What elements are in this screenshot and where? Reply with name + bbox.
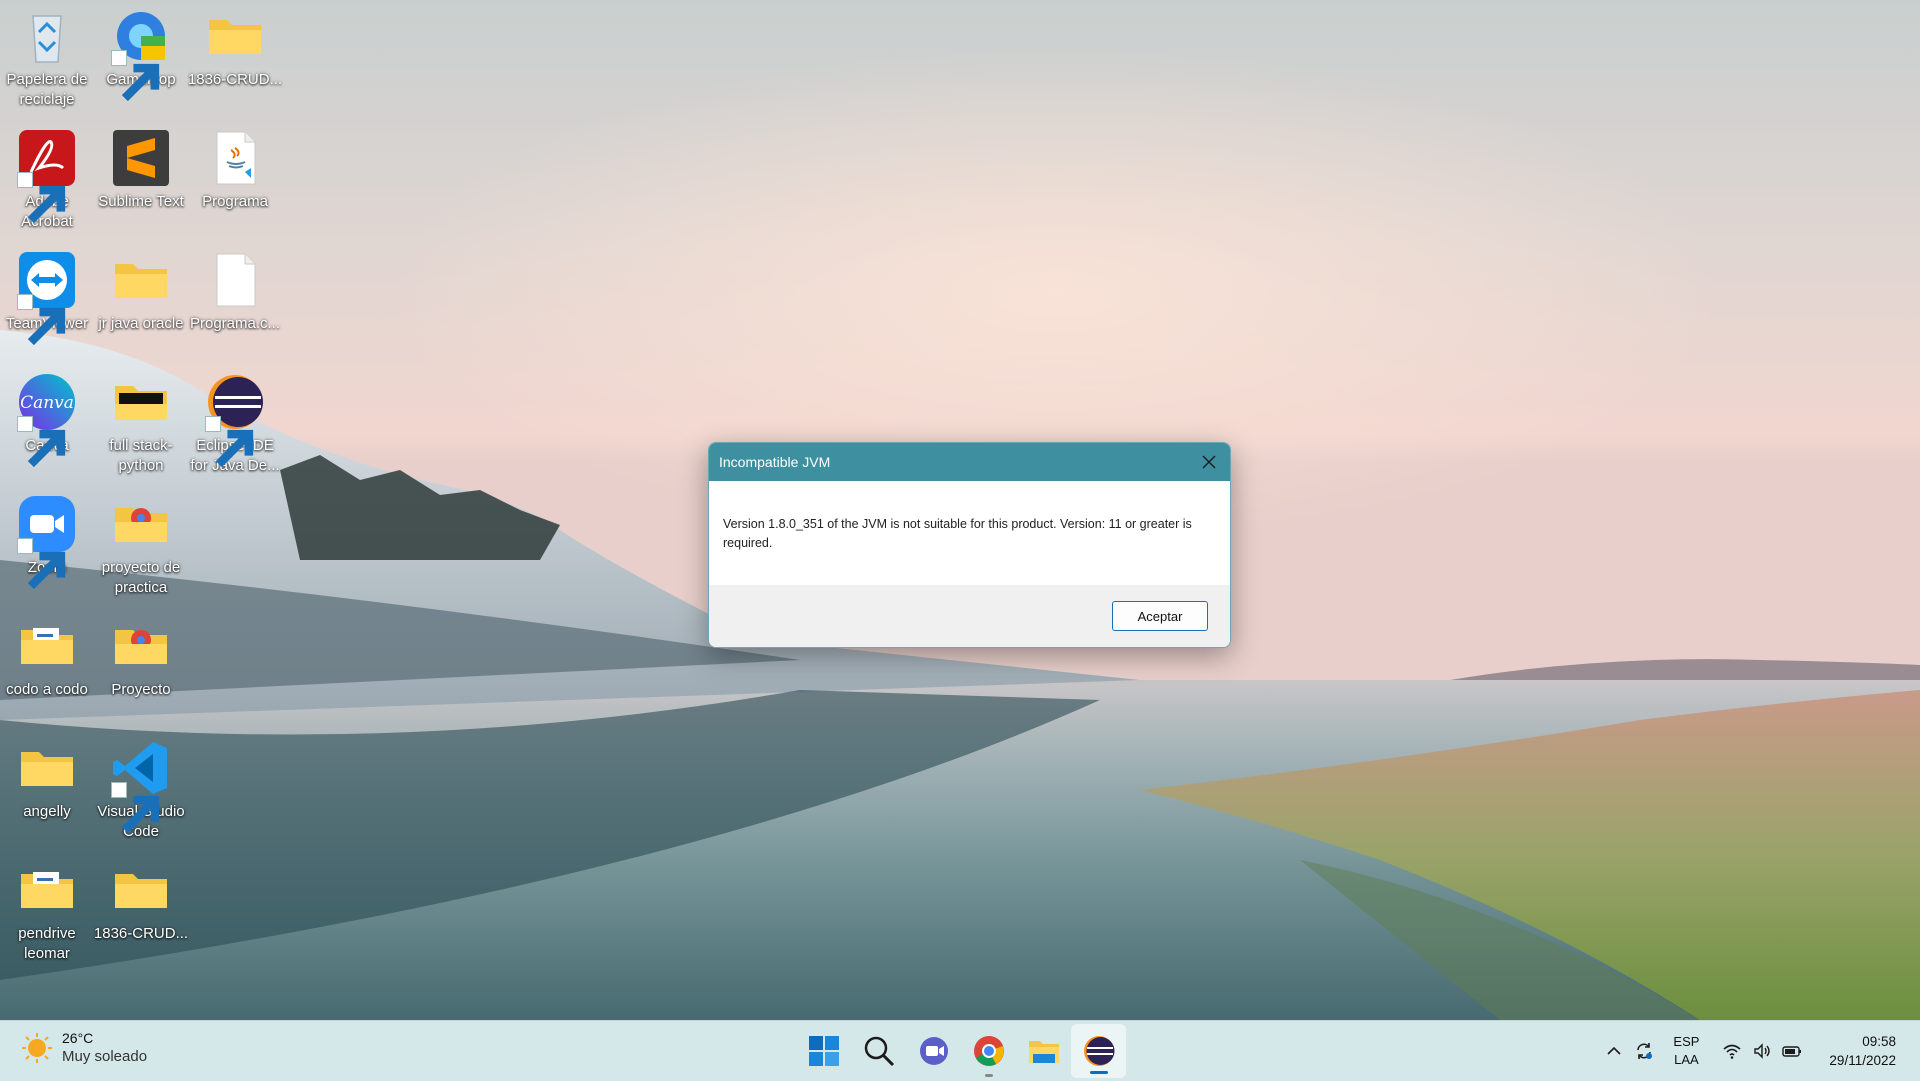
dialog-footer: Aceptar (709, 585, 1230, 647)
desktop-icons-area: Papelera de reciclaje Adobe Acrobat Team… (0, 0, 282, 1000)
chevron-up-icon[interactable] (1599, 1036, 1629, 1066)
dialog-title: Incompatible JVM (719, 454, 831, 470)
zoom-icon (17, 494, 77, 590)
sync-icon[interactable] (1629, 1036, 1659, 1066)
windows-start-icon[interactable] (796, 1021, 851, 1081)
desktop-icon-jr-java-oracle[interactable]: jr java oracle (96, 246, 186, 362)
recycle-bin-icon (17, 6, 77, 66)
shortcut-arrow-icon (205, 416, 254, 468)
desktop-icon-eclipse[interactable]: Eclipse IDE for Java De... (190, 368, 280, 484)
active-indicator (1089, 1071, 1108, 1074)
desktop-icon-programa[interactable]: Programa (190, 124, 280, 240)
accept-button[interactable]: Aceptar (1112, 601, 1208, 631)
desktop-icon-label: angelly (23, 803, 71, 820)
wifi-icon[interactable] (1717, 1036, 1747, 1066)
desktop-icon-label: Sublime Text (98, 193, 184, 210)
folder-icon (111, 860, 171, 920)
eclipse-icon (205, 372, 265, 468)
folder-icon (17, 860, 77, 920)
shortcut-arrow-icon (17, 538, 66, 590)
folder-icon (17, 616, 77, 676)
desktop-icon-label: Programa (202, 193, 268, 210)
desktop-icon-adobe-acrobat[interactable]: Adobe Acrobat (2, 124, 92, 240)
java-file-icon (205, 128, 265, 188)
folder-chrome-icon (111, 616, 171, 676)
teams-chat-icon[interactable] (906, 1021, 961, 1081)
sublime-text-icon (111, 128, 171, 188)
volume-icon[interactable] (1747, 1036, 1777, 1066)
desktop-icon-label: Papelera de reciclaje (6, 71, 88, 108)
adobe-acrobat-icon (17, 128, 77, 224)
desktop-icon-visual-studio-code[interactable]: Visual Studio Code (96, 734, 186, 850)
desktop-icon-1836-crud-2[interactable]: 1836-CRUD... (93, 856, 189, 972)
desktop-icon-programa-c[interactable]: Programa.c... (190, 246, 280, 362)
desktop-icon-label: full stack-python (109, 437, 173, 474)
shortcut-arrow-icon (111, 782, 160, 834)
battery-icon[interactable] (1777, 1036, 1807, 1066)
desktop-icon-label: proyecto de practica (101, 559, 181, 596)
language-code: ESP (1673, 1034, 1700, 1049)
dialog-message: Version 1.8.0_351 of the JVM is not suit… (723, 517, 1192, 550)
desktop-icon-proyecto[interactable]: Proyecto (96, 612, 186, 728)
shortcut-arrow-icon (17, 294, 66, 346)
clock-date: 29/11/2022 (1829, 1053, 1896, 1068)
teamviewer-icon (17, 250, 77, 346)
desktop-icon-label: Programa.c... (189, 315, 281, 332)
desktop-icon-label: 1836-CRUD... (187, 71, 283, 88)
desktop-icon-gameloop[interactable]: Gameloop (96, 2, 186, 118)
folder-icon (205, 6, 265, 66)
shortcut-arrow-icon (17, 416, 66, 468)
gameloop-icon (111, 6, 171, 102)
desktop-icon-recycle-bin[interactable]: Papelera de reciclaje (2, 2, 92, 118)
language-indicator[interactable]: ESP LAA (1673, 1033, 1699, 1069)
desktop-icon-codo-a-codo[interactable]: codo a codo (2, 612, 92, 728)
desktop-icon-label: jr java oracle (98, 315, 184, 332)
desktop-icon-zoom[interactable]: Zoom (2, 490, 92, 606)
weather-widget[interactable]: 26°C Muy soleado (20, 1029, 147, 1067)
folder-icon (111, 250, 171, 310)
clock[interactable]: 09:58 29/11/2022 (1829, 1032, 1896, 1070)
taskbar: 26°C Muy soleado ESP LAA 09:58 29/11/202… (0, 1020, 1920, 1081)
close-icon[interactable] (1188, 443, 1230, 481)
folder-icon (111, 372, 171, 432)
chrome-icon[interactable] (961, 1021, 1016, 1081)
folder-chrome-icon (111, 494, 171, 554)
dialog-title-bar[interactable]: Incompatible JVM (709, 443, 1230, 481)
desktop-icon-label: 1836-CRUD... (93, 925, 189, 942)
desktop-icon-1836-crud[interactable]: 1836-CRUD... (187, 2, 283, 118)
file-icon (205, 250, 265, 310)
keyboard-layout: LAA (1674, 1052, 1699, 1067)
desktop-icon-canva[interactable]: Canva Canva (2, 368, 92, 484)
file-explorer-icon[interactable] (1016, 1021, 1071, 1081)
shortcut-arrow-icon (17, 172, 66, 224)
svg-text:Canva: Canva (20, 393, 74, 413)
desktop-icon-teamviewer[interactable]: TeamViewer (2, 246, 92, 362)
incompatible-jvm-dialog: Incompatible JVM Version 1.8.0_351 of th… (708, 442, 1231, 648)
desktop-icon-angelly[interactable]: angelly (2, 734, 92, 850)
eclipse-taskbar-icon[interactable] (1071, 1024, 1126, 1078)
desktop-icon-sublime-text[interactable]: Sublime Text (96, 124, 186, 240)
desktop-icon-label: pendrive leomar (18, 925, 76, 962)
vscode-icon (111, 738, 171, 834)
desktop-icon-pendrive-leomar[interactable]: pendrive leomar (2, 856, 92, 972)
sun-icon (22, 1033, 52, 1063)
taskbar-apps (796, 1021, 1126, 1081)
desktop-icon-proyecto-de-practica[interactable]: proyecto de practica (96, 490, 186, 606)
running-indicator (984, 1074, 993, 1077)
search-icon[interactable] (851, 1021, 906, 1081)
weather-temperature: 26°C (62, 1030, 94, 1046)
desktop-icon-label: Proyecto (111, 681, 171, 698)
folder-icon (17, 738, 77, 798)
system-tray: ESP LAA 09:58 29/11/2022 (1599, 1021, 1920, 1081)
weather-condition: Muy soleado (62, 1048, 148, 1065)
shortcut-arrow-icon (111, 50, 160, 102)
desktop-icon-full-stack-python[interactable]: full stack-python (96, 368, 186, 484)
canva-icon: Canva (17, 372, 77, 468)
clock-time: 09:58 (1862, 1034, 1896, 1049)
desktop-icon-label: codo a codo (6, 681, 88, 698)
